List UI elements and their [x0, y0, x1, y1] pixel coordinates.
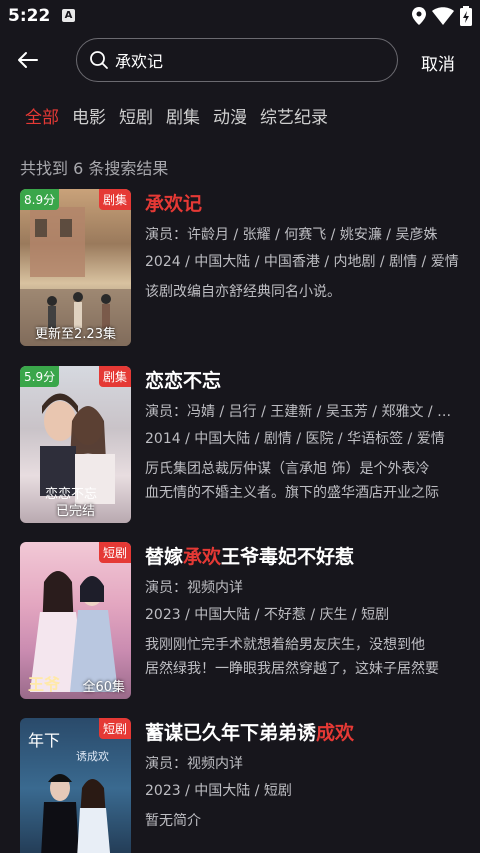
cancel-button[interactable]: 取消	[421, 50, 455, 75]
result-meta: 2024 / 中国大陆 / 中国香港 / 内地剧 / 剧情 / 爱情	[145, 254, 459, 270]
result-meta: 2023 / 中国大陆 / 不好惹 / 庆生 / 短剧	[145, 607, 390, 623]
tab-series[interactable]: 剧集	[166, 103, 200, 128]
title-highlight: 承欢	[183, 546, 222, 568]
result-info: 恋恋不忘 演员：冯婧 / 吕行 / 王建新 / 吴玉芳 / 郑雅文 / 何晟铭 …	[145, 366, 463, 505]
status-bar: 5:22 A	[0, 0, 480, 34]
svg-text:年下: 年下	[28, 731, 60, 750]
poster-image[interactable]: 年下 诱成欢 短剧	[20, 718, 131, 853]
result-description: 该剧改编自亦舒经典同名小说。	[145, 284, 341, 300]
location-icon	[412, 7, 426, 25]
notification-a-icon: A	[62, 9, 75, 22]
result-meta: 2023 / 中国大陆 / 短剧	[145, 783, 292, 799]
battery-icon	[460, 6, 472, 26]
tab-all[interactable]: 全部	[25, 103, 59, 128]
result-cast: 演员：冯婧 / 吕行 / 王建新 / 吴玉芳 / 郑雅文 / 何晟铭	[145, 404, 463, 420]
search-icon	[90, 51, 108, 69]
svg-text:诱成欢: 诱成欢	[76, 749, 109, 763]
poster-image[interactable]: 8.9分 剧集 更新至2.23集	[20, 189, 131, 346]
result-item[interactable]: 王爷 短剧 全60集 替嫁承欢王爷毒妃不好惹 演员：视频内详 2023 / 中国…	[0, 542, 480, 702]
rating-badge: 5.9分	[20, 366, 60, 387]
poster-image[interactable]: 王爷 短剧 全60集	[20, 542, 131, 699]
episode-status: 全60集	[82, 680, 125, 695]
episode-status: 更新至2.23集	[35, 327, 116, 342]
poster-image[interactable]: 恋恋不忘 5.9分 剧集 已完结	[20, 366, 131, 523]
status-time: 5:22	[8, 6, 51, 26]
result-title[interactable]: 替嫁承欢王爷毒妃不好惹	[145, 542, 463, 570]
result-description: 暂无简介	[145, 813, 201, 829]
search-input[interactable]	[115, 50, 375, 70]
type-badge: 短剧	[98, 718, 131, 739]
title-highlight: 承欢记	[145, 193, 203, 215]
category-tabs: 全部 电影 短剧 剧集 动漫 综艺纪录	[25, 103, 341, 128]
tab-variety-documentary[interactable]: 综艺纪录	[260, 103, 328, 128]
result-info: 承欢记 演员：许龄月 / 张耀 / 何赛飞 / 姚安濂 / 吴彦姝 2024 /…	[145, 189, 463, 304]
svg-text:王爷: 王爷	[28, 675, 61, 694]
type-badge: 剧集	[98, 366, 131, 387]
title-highlight: 成欢	[316, 722, 355, 744]
result-cast: 演员：视频内详	[145, 756, 243, 772]
type-badge: 短剧	[98, 542, 131, 563]
result-description: 我刚刚忙完手术就想着給男友庆生，没想到他 居然绿我！一睁眼我居然穿越了，这妹子居然…	[145, 637, 439, 677]
result-title[interactable]: 蓄谋已久年下弟弟诱成欢	[145, 718, 463, 746]
back-arrow-icon	[18, 52, 38, 68]
result-title[interactable]: 承欢记	[145, 189, 463, 217]
result-info: 替嫁承欢王爷毒妃不好惹 演员：视频内详 2023 / 中国大陆 / 不好惹 / …	[145, 542, 463, 681]
result-meta: 2014 / 中国大陆 / 剧情 / 医院 / 华语标签 / 爱情	[145, 431, 445, 447]
result-title[interactable]: 恋恋不忘	[145, 366, 463, 394]
tab-anime[interactable]: 动漫	[213, 103, 247, 128]
back-button[interactable]	[12, 44, 44, 76]
tab-movie[interactable]: 电影	[72, 103, 106, 128]
result-item[interactable]: 年下 诱成欢 短剧 蓄谋已久年下弟弟诱成欢 演员：视频内详 2023 / 中国大…	[0, 718, 480, 853]
type-badge: 剧集	[98, 189, 131, 210]
rating-badge: 8.9分	[20, 189, 60, 210]
result-count: 共找到 6 条搜索结果	[20, 159, 169, 178]
tab-short-drama[interactable]: 短剧	[119, 103, 153, 128]
result-item[interactable]: 8.9分 剧集 更新至2.23集 承欢记 演员：许龄月 / 张耀 / 何赛飞 /…	[0, 189, 480, 349]
result-item[interactable]: 恋恋不忘 5.9分 剧集 已完结 恋恋不忘 演员：冯婧 / 吕行 / 王建新 /…	[0, 366, 480, 526]
result-info: 蓄谋已久年下弟弟诱成欢 演员：视频内详 2023 / 中国大陆 / 短剧 暂无简…	[145, 718, 463, 833]
result-cast: 演员：许龄月 / 张耀 / 何赛飞 / 姚安濂 / 吴彦姝	[145, 227, 438, 243]
wifi-icon	[432, 7, 454, 25]
episode-status: 已完结	[55, 504, 95, 519]
result-cast: 演员：视频内详	[145, 580, 243, 596]
search-box[interactable]	[76, 38, 398, 82]
search-header: 取消	[0, 38, 480, 82]
result-description: 厉氏集团总裁厉仲谋（言承旭 饰）是个外表冷 血无情的不婚主义者。旗下的盛华酒店开业…	[145, 461, 439, 501]
